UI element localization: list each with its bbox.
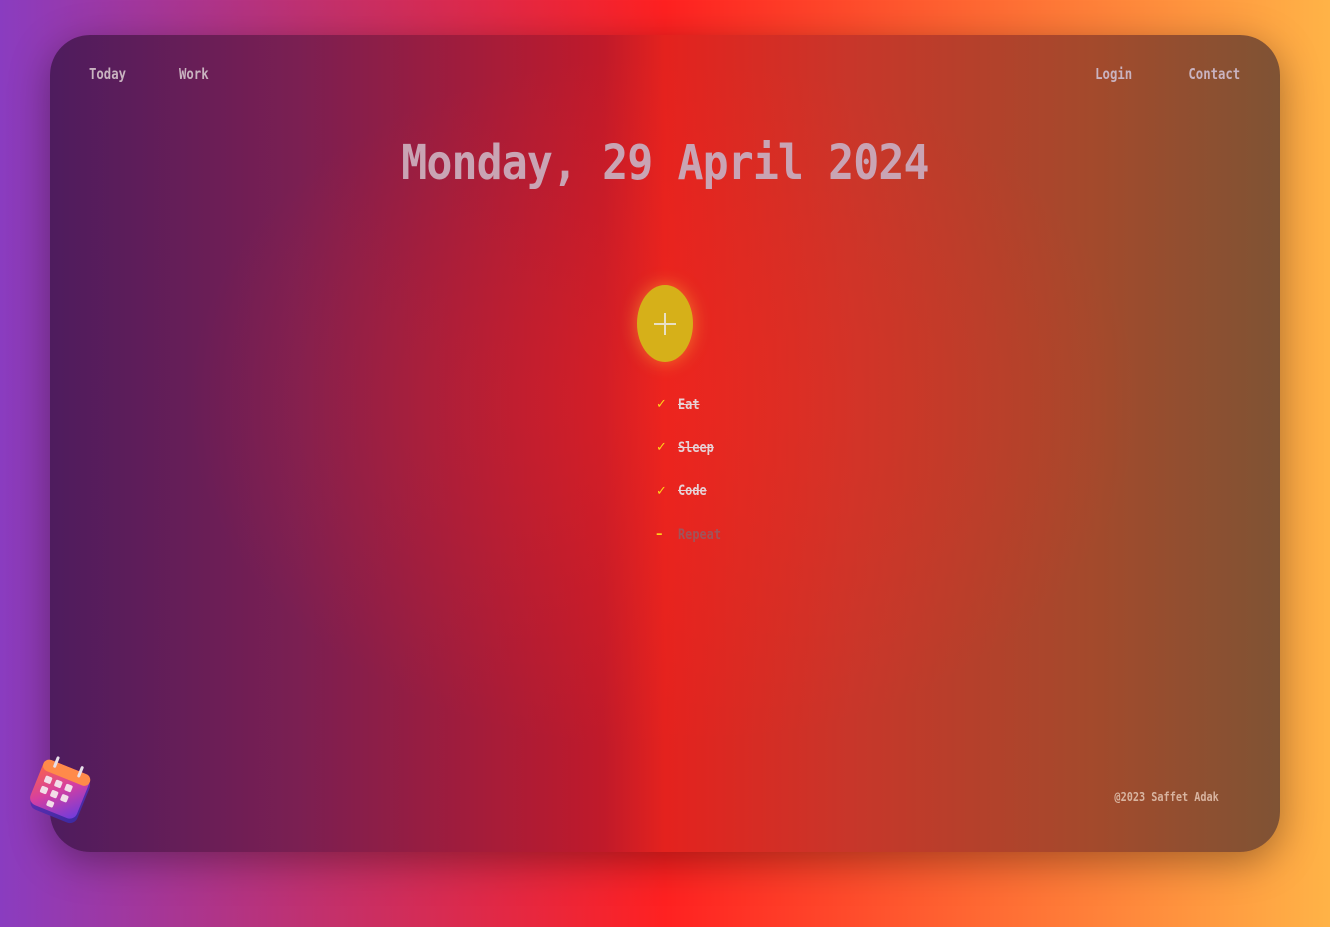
calendar-icon <box>30 756 91 824</box>
nav-link-work[interactable]: Work <box>179 65 209 83</box>
check-icon: ✓ <box>656 440 667 456</box>
check-icon: ✓ <box>656 397 667 413</box>
nav-link-login[interactable]: Login <box>1095 65 1132 83</box>
todo-item-repeat[interactable]: – Repeat <box>656 513 729 556</box>
plus-icon <box>654 312 676 335</box>
nav-link-contact[interactable]: Contact <box>1188 65 1240 83</box>
todo-item-eat[interactable]: ✓ Eat <box>656 383 729 426</box>
todo-list: ✓ Eat ✓ Sleep ✓ Code – Repeat <box>656 383 729 556</box>
main-card: Today Work Login Contact Monday, 29 Apri… <box>50 35 1280 852</box>
todo-label: Code <box>678 483 707 500</box>
todo-label: Repeat <box>678 526 721 543</box>
add-task-button[interactable] <box>637 285 693 362</box>
nav-right: Login Contact <box>1087 65 1240 83</box>
footer-copyright: @2023 Saffet Adak <box>1114 790 1219 804</box>
check-icon: ✓ <box>656 483 667 499</box>
todo-label: Eat <box>678 396 700 413</box>
todo-item-code[interactable]: ✓ Code <box>656 470 729 513</box>
date-text: Monday, 29 April 2024 <box>401 135 929 191</box>
todo-item-sleep[interactable]: ✓ Sleep <box>656 426 729 469</box>
dash-icon: – <box>656 527 663 543</box>
todo-label: Sleep <box>678 439 714 456</box>
nav-left: Today Work <box>89 65 215 83</box>
nav-link-today[interactable]: Today <box>89 65 126 83</box>
page-title: Monday, 29 April 2024 <box>50 135 1280 191</box>
